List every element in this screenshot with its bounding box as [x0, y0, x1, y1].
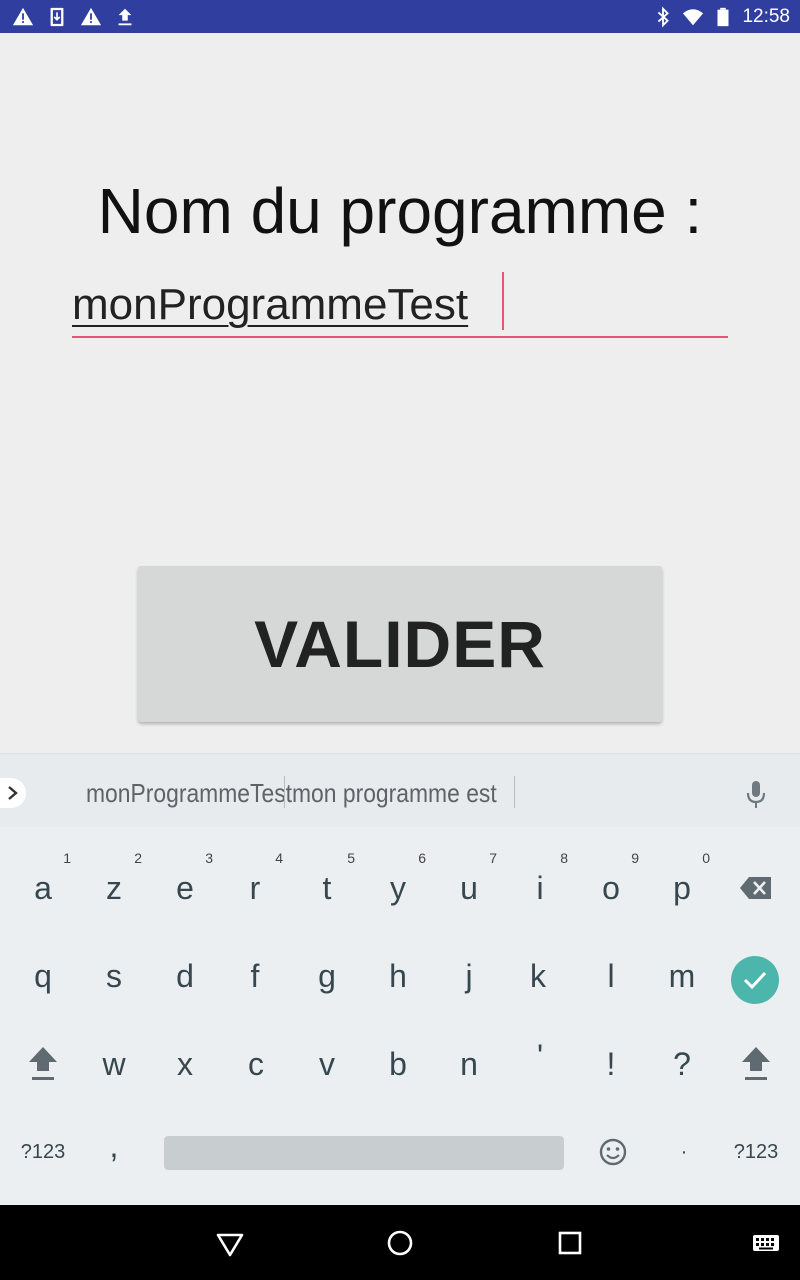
key-e[interactable]: e3	[155, 848, 215, 928]
key-w[interactable]: w	[84, 1024, 144, 1104]
wifi-icon	[683, 9, 704, 26]
key-hint: 9	[631, 850, 639, 866]
emoji-key[interactable]	[583, 1112, 643, 1192]
suggestion-1[interactable]: monProgrammeTest	[86, 778, 292, 809]
valider-button[interactable]: VALIDER	[138, 566, 662, 722]
key-apostrophe[interactable]: '	[510, 1016, 570, 1096]
suggestion-strip: monProgrammeTest mon programme est	[0, 754, 800, 827]
enter-key[interactable]	[731, 956, 779, 1004]
key-label: y	[390, 869, 406, 906]
key-comma[interactable]: ,	[84, 1106, 144, 1186]
space-bar[interactable]	[164, 1136, 564, 1170]
key-question[interactable]: ?	[652, 1024, 712, 1104]
key-c[interactable]: c	[226, 1024, 286, 1104]
key-g[interactable]: g	[297, 936, 357, 1016]
suggestion-divider	[514, 776, 515, 808]
key-s[interactable]: s	[84, 936, 144, 1016]
key-hint: 4	[275, 850, 283, 866]
key-u[interactable]: u7	[439, 848, 499, 928]
warning-icon	[12, 7, 34, 26]
key-a[interactable]: a1	[13, 848, 73, 928]
shift-icon	[29, 1047, 57, 1080]
warning-icon	[80, 7, 102, 26]
key-x[interactable]: x	[155, 1024, 215, 1104]
key-hint: 5	[347, 850, 355, 866]
checkmark-icon	[743, 971, 767, 990]
key-period[interactable]: ·	[654, 1112, 714, 1192]
program-name-value: monProgrammeTest	[72, 280, 469, 329]
notification-icons	[12, 5, 136, 29]
key-exclamation[interactable]: !	[581, 1024, 641, 1104]
key-hint: 2	[134, 850, 142, 866]
key-hint: 6	[418, 850, 426, 866]
chevron-right-icon	[8, 786, 18, 800]
upload-icon	[118, 8, 132, 26]
text-cursor	[502, 272, 504, 330]
back-icon[interactable]	[214, 1227, 246, 1259]
key-v[interactable]: v	[297, 1024, 357, 1104]
system-icons: 12:58	[652, 4, 790, 30]
key-o[interactable]: o9	[581, 848, 641, 928]
key-q[interactable]: q	[13, 936, 73, 1016]
shift-key-left[interactable]	[13, 1024, 73, 1104]
key-label: u	[460, 869, 478, 906]
clock: 12:58	[742, 6, 790, 27]
key-z[interactable]: z2	[84, 848, 144, 928]
key-y[interactable]: y6	[368, 848, 428, 928]
bluetooth-icon	[658, 6, 670, 28]
key-hint: 0	[702, 850, 710, 866]
key-label: z	[106, 869, 122, 906]
recents-icon[interactable]	[554, 1227, 586, 1259]
key-label: r	[249, 869, 261, 906]
status-bar: 12:58	[0, 0, 800, 33]
key-hint: 1	[63, 850, 71, 866]
download-icon	[50, 7, 64, 27]
key-t[interactable]: t5	[297, 848, 357, 928]
soft-keyboard: monProgrammeTest mon programme est a1 z2…	[0, 753, 800, 1205]
key-k[interactable]: k	[508, 936, 568, 1016]
program-name-input[interactable]: monProgrammeTest	[72, 272, 728, 338]
navigation-bar	[0, 1205, 800, 1280]
key-label: a	[34, 869, 52, 906]
emoji-icon	[599, 1138, 627, 1166]
microphone-icon[interactable]	[744, 778, 768, 812]
backspace-key[interactable]	[726, 848, 786, 928]
home-icon[interactable]	[384, 1227, 416, 1259]
battery-icon	[717, 7, 729, 27]
key-label: p	[673, 869, 691, 906]
key-p[interactable]: p0	[652, 848, 712, 928]
key-d[interactable]: d	[155, 936, 215, 1016]
expand-toolbar-button[interactable]	[0, 778, 26, 808]
key-hint: 8	[560, 850, 568, 866]
key-label: i	[536, 869, 544, 906]
key-hint: 7	[489, 850, 497, 866]
backspace-icon	[740, 877, 771, 899]
key-r[interactable]: r4	[225, 848, 285, 928]
page-title: Nom du programme :	[97, 175, 703, 247]
shift-key-right[interactable]	[726, 1024, 786, 1104]
key-label: e	[176, 869, 194, 906]
key-i[interactable]: i8	[510, 848, 570, 928]
symbols-key-left[interactable]: ?123	[13, 1112, 73, 1192]
key-m[interactable]: m	[652, 936, 712, 1016]
key-label: o	[602, 869, 620, 906]
shift-icon	[742, 1047, 770, 1080]
key-h[interactable]: h	[368, 936, 428, 1016]
key-b[interactable]: b	[368, 1024, 428, 1104]
key-f[interactable]: f	[225, 936, 285, 1016]
key-l[interactable]: l	[581, 936, 641, 1016]
suggestion-2[interactable]: mon programme est	[292, 778, 497, 809]
suggestion-divider	[284, 776, 285, 808]
key-hint: 3	[205, 850, 213, 866]
key-n[interactable]: n	[439, 1024, 499, 1104]
key-j[interactable]: j	[439, 936, 499, 1016]
symbols-key-right[interactable]: ?123	[726, 1112, 786, 1192]
keyboard-icon[interactable]	[750, 1227, 782, 1259]
key-label: t	[322, 869, 332, 906]
